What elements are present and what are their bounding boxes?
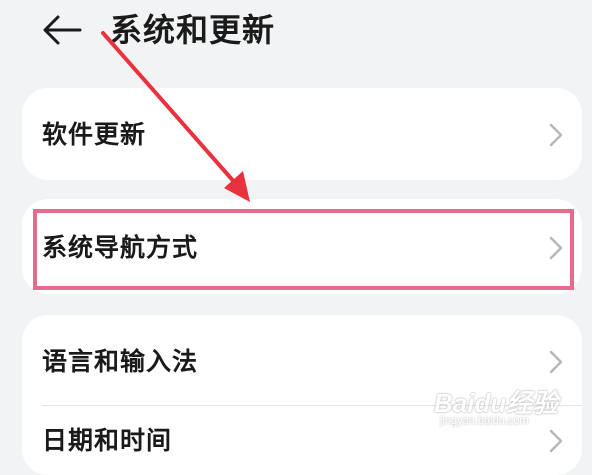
settings-item-label: 软件更新	[42, 120, 147, 149]
arrow-left-icon	[38, 8, 86, 52]
chevron-right-icon	[548, 428, 564, 454]
header: 系统和更新	[0, 0, 592, 70]
settings-card-language-date: 语言和输入法 日期和时间	[22, 315, 582, 475]
chevron-right-icon	[548, 235, 564, 261]
settings-item-label: 系统导航方式	[42, 233, 199, 262]
settings-card-navigation: 系统导航方式	[22, 199, 582, 294]
settings-item-date-time[interactable]: 日期和时间	[22, 406, 582, 475]
settings-item-label: 语言和输入法	[42, 347, 199, 376]
back-button[interactable]	[38, 8, 86, 52]
chevron-right-icon	[548, 122, 564, 148]
settings-item-label: 日期和时间	[42, 426, 173, 455]
settings-item-system-navigation[interactable]: 系统导航方式	[22, 199, 582, 294]
chevron-right-icon	[548, 349, 564, 375]
settings-item-software-update[interactable]: 软件更新	[22, 88, 582, 180]
page-title: 系统和更新	[110, 11, 276, 49]
settings-card-update: 软件更新	[22, 88, 582, 180]
settings-item-language-input[interactable]: 语言和输入法	[22, 315, 582, 405]
